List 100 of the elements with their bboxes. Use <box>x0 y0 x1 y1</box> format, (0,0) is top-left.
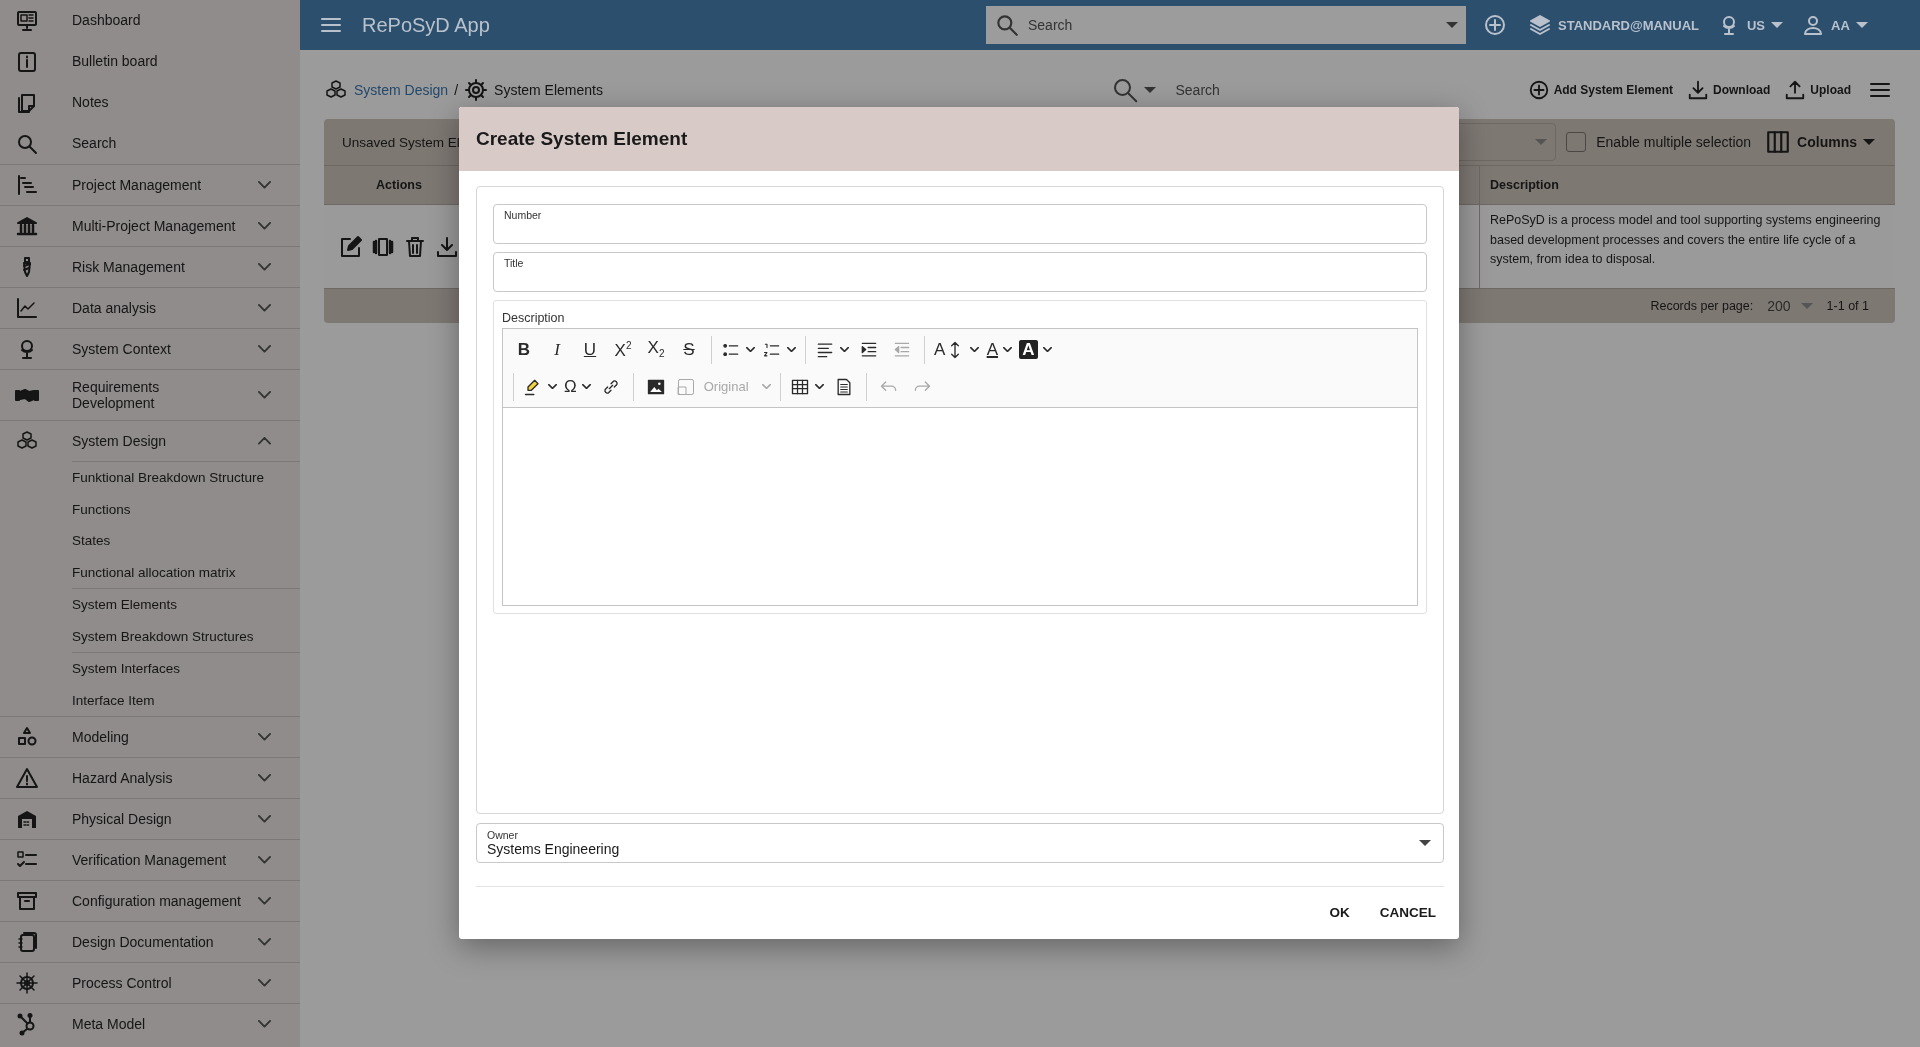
chevron-down-icon <box>257 815 271 823</box>
chevron-down-icon <box>257 733 271 741</box>
action-button[interactable]: Download <box>1687 78 1771 101</box>
search-field[interactable]: Search <box>1026 16 1440 34</box>
field-label: Description <box>502 311 566 325</box>
dialog-button[interactable]: CANCEL <box>1371 897 1444 928</box>
chevron-down-icon <box>787 347 796 352</box>
sidebar-subitem[interactable]: System Interfaces <box>72 653 300 685</box>
italic-button[interactable]: I <box>542 334 572 365</box>
chevron-down-icon <box>840 347 849 352</box>
sidebar-section[interactable]: Physical Design <box>0 799 300 839</box>
chevron-down-icon <box>761 384 771 389</box>
columns-button[interactable]: Columns <box>1765 129 1875 155</box>
sidebar-section[interactable]: Hazard Analysis <box>0 758 300 798</box>
chevron-down-icon <box>746 347 755 352</box>
download-icon <box>1687 78 1709 101</box>
sidebar-subitem[interactable]: System Breakdown Structures <box>72 620 300 652</box>
user-button[interactable]: AA <box>1801 13 1868 37</box>
sidebar-subitem[interactable]: Funktional Breakdown Structure <box>72 462 300 494</box>
sidebar-section[interactable]: Data analysis <box>0 288 300 328</box>
chevron-down-icon <box>257 391 271 399</box>
chevron-down-icon <box>581 384 591 389</box>
caret-icon <box>1855 22 1868 28</box>
sidebar-section[interactable]: Requirements Development <box>0 370 300 420</box>
action-button[interactable]: Upload <box>1784 78 1851 101</box>
gantt-icon <box>15 173 39 197</box>
table-cell: RePoSyD is a process model and tool supporting systems engineering based development processes and covers the entire life cycle of a system, from idea to disposal. <box>1479 205 1895 288</box>
sidebar-subitem[interactable]: Functions <box>72 493 300 525</box>
language-button[interactable]: US <box>1717 13 1784 37</box>
records-select[interactable]: 200 <box>1767 298 1813 314</box>
bank-icon <box>15 214 39 238</box>
sidebar-item[interactable]: Search <box>0 123 300 164</box>
chevron-down-icon <box>257 979 271 987</box>
caret-icon <box>1863 139 1875 145</box>
chevron-down-icon <box>970 347 980 352</box>
chevron-down-icon <box>257 345 271 353</box>
sidebar-subitem[interactable]: Interface Item <box>72 684 300 716</box>
column-header: Description <box>1479 166 1895 204</box>
sidebar-section[interactable]: Configuration management <box>0 881 300 921</box>
caret-icon <box>1535 139 1548 145</box>
caret-icon <box>1446 22 1458 28</box>
archive-icon <box>15 889 39 913</box>
font-color-button[interactable]: A <box>984 334 1015 365</box>
profile-button[interactable]: STANDARD@MANUAL <box>1528 13 1699 37</box>
sidebar-section[interactable]: System Context <box>0 329 300 369</box>
sidebar-section[interactable]: Verification Management <box>0 840 300 880</box>
sidebar-section[interactable]: Meta Model <box>0 1004 300 1044</box>
download-icon <box>435 234 459 259</box>
chevron-down-icon <box>257 304 271 312</box>
chevron-down-icon <box>257 938 271 946</box>
warning-icon <box>15 766 39 790</box>
sidebar-subitem[interactable]: Functional allocation matrix <box>72 556 300 588</box>
column-header: Actions <box>375 178 423 192</box>
action-button[interactable]: Add System Element <box>1527 78 1673 101</box>
breadcrumb-link[interactable]: System Design <box>354 81 449 98</box>
chevron-down-icon <box>1003 347 1012 352</box>
font-size-button[interactable]: A <box>932 334 982 365</box>
strikethrough-button[interactable]: S <box>674 334 704 365</box>
chevron-down-icon <box>257 181 271 189</box>
monitor-icon <box>15 8 39 33</box>
sidebar-subitem[interactable]: System Elements <box>72 589 300 621</box>
caret-icon <box>1143 86 1156 93</box>
caret-icon <box>1771 22 1784 28</box>
sidebar-section[interactable]: Project Management <box>0 165 300 205</box>
underline-button[interactable]: U <box>575 334 605 365</box>
ship-wheel-icon <box>15 971 39 995</box>
plus-circle-icon <box>1483 13 1507 37</box>
superscript-button[interactable]: X$^{2}$ <box>608 334 638 365</box>
sidebar-section[interactable]: Risk Management <box>0 247 300 287</box>
columns-icon <box>1765 129 1792 155</box>
input-field[interactable]: Title <box>493 252 1427 292</box>
checkbox[interactable] <box>1566 132 1587 152</box>
sidebar-subitem[interactable]: States <box>72 525 300 557</box>
chevron-down-icon <box>1042 347 1052 352</box>
sidebar-section[interactable]: Modeling <box>0 717 300 757</box>
bold-button[interactable]: B <box>509 334 539 365</box>
dialog-button[interactable]: OK <box>1321 897 1358 928</box>
sidebar-section[interactable]: Process Control <box>0 963 300 1003</box>
trash-icon <box>403 234 427 259</box>
sidebar-item[interactable]: Bulletin board <box>0 41 300 82</box>
notebook-icon <box>15 930 39 954</box>
breadcrumb-separator: / <box>454 81 459 98</box>
search-bar[interactable]: Search <box>986 6 1466 44</box>
chevron-down-icon <box>548 384 557 389</box>
sidebar-item[interactable]: Dashboard <box>0 0 300 41</box>
search-field[interactable]: Search <box>1173 80 1358 99</box>
upload-icon <box>1784 78 1807 101</box>
sidebar-section[interactable]: System Design <box>0 421 300 461</box>
sidebar-item[interactable]: Notes <box>0 82 300 123</box>
chevron-down-icon <box>257 222 271 230</box>
sidebar-section[interactable]: Multi-Project Management <box>0 206 300 246</box>
chevron-down-icon <box>257 897 271 905</box>
special-character-button[interactable]: Ω <box>562 371 593 402</box>
plus-circle-icon <box>1527 78 1550 101</box>
subscript-button[interactable]: X$_{2}$ <box>641 334 671 365</box>
chevron-down-icon <box>257 1020 271 1028</box>
sidebar-section[interactable]: Design Documentation <box>0 922 300 962</box>
owner-select[interactable]: Owner Systems Engineering <box>476 823 1444 863</box>
input-field[interactable]: Number <box>493 204 1427 244</box>
background-color-button[interactable]: A <box>1017 334 1054 365</box>
